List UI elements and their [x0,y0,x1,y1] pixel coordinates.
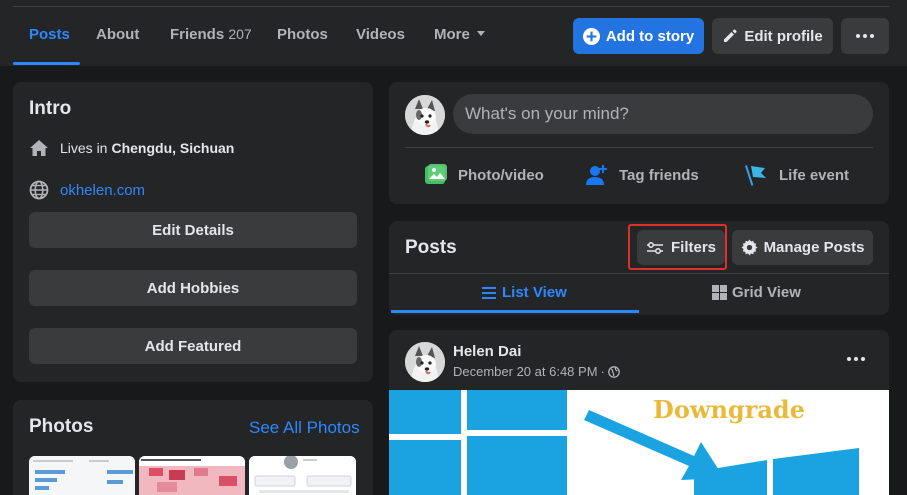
meta-separator: · [600,364,605,379]
life-event-label: Life event [779,166,850,184]
website-row: okhelen.com [29,180,145,200]
lives-in-city[interactable]: Chengdu, Sichuan [111,140,234,156]
grid-view-label: Grid View [732,284,801,301]
manage-posts-label: Manage Posts [763,239,865,256]
website-link[interactable]: okhelen.com [60,182,145,199]
active-tab-indicator [13,62,80,65]
plus-circle-icon [582,27,600,45]
edit-profile-button[interactable]: Edit profile [712,18,833,54]
tab-list-view[interactable]: List View [482,284,567,301]
tab-friends-label: Friends [170,26,225,43]
list-view-label: List View [502,284,567,301]
post-options-icon[interactable] [847,357,865,361]
whats-on-your-mind-input[interactable]: What's on your mind? [453,94,873,134]
filters-highlight-box [628,224,727,270]
life-event-button[interactable]: Life event [745,160,849,190]
add-hobbies-button[interactable]: Add Hobbies [29,270,357,306]
dog-avatar-image [405,95,445,135]
photo-thumbnail[interactable] [29,456,135,495]
tab-videos[interactable]: Videos [356,26,405,43]
tab-more[interactable]: More [434,26,485,43]
photo-thumbnail[interactable] [249,456,356,495]
post-meta: December 20 at 6:48 PM · [453,364,620,379]
lives-in-row: Lives in Chengdu, Sichuan [29,138,234,158]
avatar[interactable] [405,95,445,135]
photo-video-label: Photo/video [458,166,544,184]
friends-count: 207 [228,26,252,42]
public-globe-icon [608,365,620,378]
post-author-name[interactable]: Helen Dai [453,343,521,360]
nav-top-divider [13,6,889,7]
photo-icon [425,164,447,184]
more-dots-icon [856,34,874,38]
tab-posts[interactable]: Posts [29,26,70,43]
tab-more-label: More [434,26,470,43]
active-view-indicator [391,310,639,313]
lives-in-prefix: Lives in [60,140,108,156]
tab-photos[interactable]: Photos [277,26,328,43]
tab-about[interactable]: About [96,26,139,43]
edit-profile-label: Edit profile [744,27,823,45]
pencil-icon [724,29,737,42]
add-featured-button[interactable]: Add Featured [29,328,357,364]
posts-header-divider [389,273,889,274]
profile-nav-bar: Posts About Friends 207 Photos Videos Mo… [0,0,907,66]
home-icon [30,140,48,156]
tag-friends-button[interactable]: Tag friends [585,160,699,190]
image-caption-text: Downgrade [653,395,805,424]
caret-down-icon [476,30,485,36]
post-author-avatar[interactable] [405,342,445,382]
tab-grid-view[interactable]: Grid View [712,284,801,301]
globe-icon [29,180,49,200]
add-to-story-label: Add to story [605,27,695,45]
dog-avatar-image [405,342,445,382]
tag-friends-label: Tag friends [619,166,699,184]
heatmap-photo-image [139,456,245,495]
gear-icon [741,239,758,256]
photo-thumbnail[interactable] [139,456,245,495]
posts-title: Posts [405,237,457,258]
intro-title: Intro [29,98,72,119]
composer-divider [405,147,873,148]
add-to-story-button[interactable]: Add to story [573,18,704,54]
tag-friends-icon [586,165,607,185]
tab-friends[interactable]: Friends 207 [170,26,252,43]
photo-video-button[interactable]: Photo/video [424,160,544,190]
analytics-photo-image [29,456,135,495]
post-image[interactable]: Downgrade [389,390,889,495]
edit-details-button[interactable]: Edit Details [29,212,357,248]
windows-downgrade-image: Downgrade [389,390,889,495]
post-timestamp[interactable]: December 20 at 6:48 PM [453,364,598,379]
see-all-photos-link[interactable]: See All Photos [249,418,360,438]
profile-more-button[interactable] [841,18,889,54]
grid-icon [712,285,727,300]
list-icon [482,286,496,299]
manage-posts-button[interactable]: Manage Posts [732,230,873,265]
flag-icon [745,165,766,186]
photos-title: Photos [29,416,94,437]
payment-photo-image [249,456,356,495]
